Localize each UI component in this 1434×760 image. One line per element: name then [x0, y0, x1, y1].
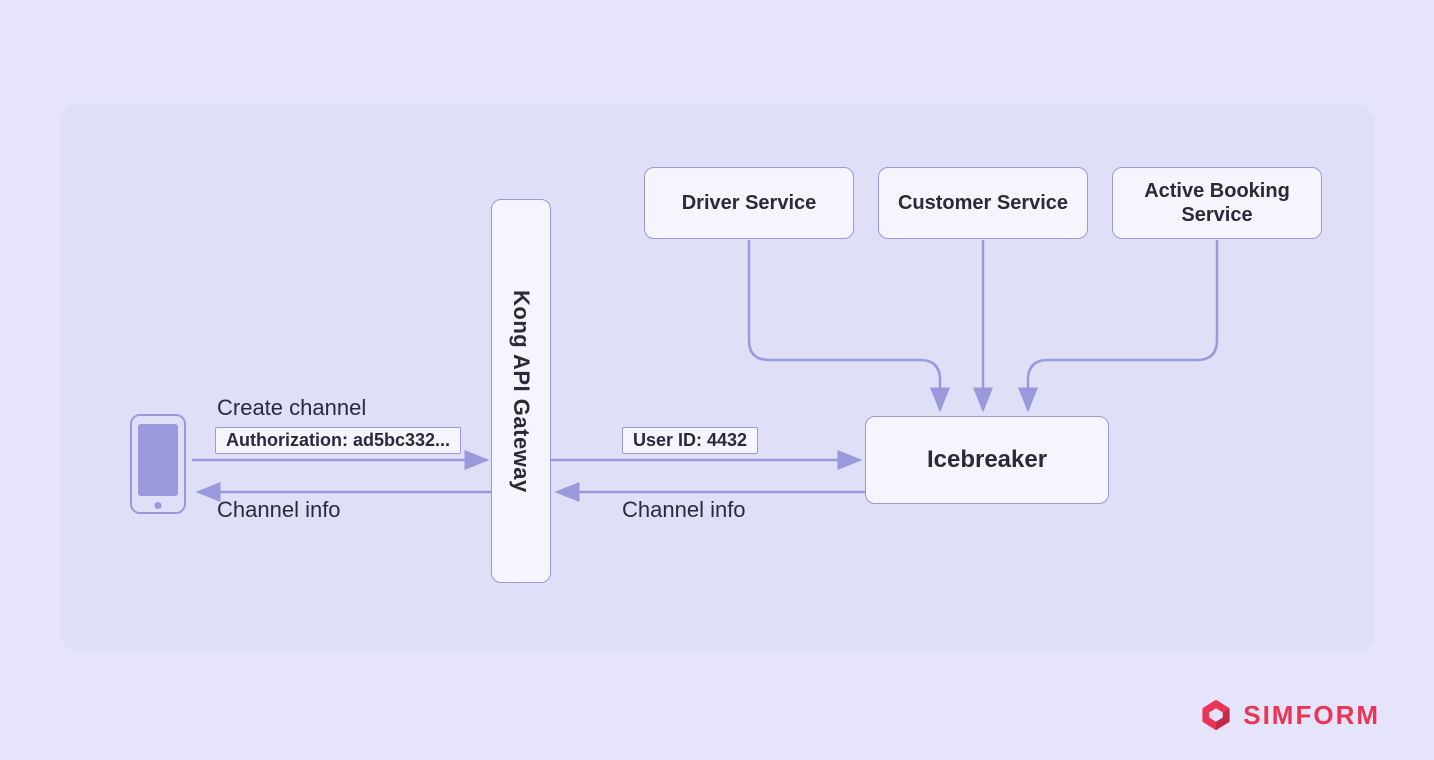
icebreaker-label: Icebreaker: [927, 446, 1047, 474]
phone-icon: [130, 414, 186, 514]
customer-service-label: Customer Service: [898, 191, 1068, 215]
gateway-label: Kong API Gateway: [508, 290, 534, 493]
booking-service-label: Active Booking Service: [1121, 179, 1313, 227]
create-channel-label: Create channel: [217, 395, 366, 421]
customer-service-box: Customer Service: [878, 167, 1088, 239]
brand-label: SIMFORM: [1243, 700, 1380, 731]
booking-service-box: Active Booking Service: [1112, 167, 1322, 239]
user-id-box: User ID: 4432: [622, 427, 758, 454]
driver-service-box: Driver Service: [644, 167, 854, 239]
channel-info-left-label: Channel info: [217, 497, 341, 523]
kong-api-gateway-box: Kong API Gateway: [491, 199, 551, 583]
brand-logo: SIMFORM: [1199, 698, 1380, 732]
user-id-label: User ID: 4432: [633, 430, 747, 450]
simform-logo-icon: [1199, 698, 1233, 732]
driver-service-label: Driver Service: [682, 191, 817, 215]
authorization-box: Authorization: ad5bc332...: [215, 427, 461, 454]
channel-info-right-label: Channel info: [622, 497, 746, 523]
authorization-label: Authorization: ad5bc332...: [226, 430, 450, 450]
icebreaker-box: Icebreaker: [865, 416, 1109, 504]
